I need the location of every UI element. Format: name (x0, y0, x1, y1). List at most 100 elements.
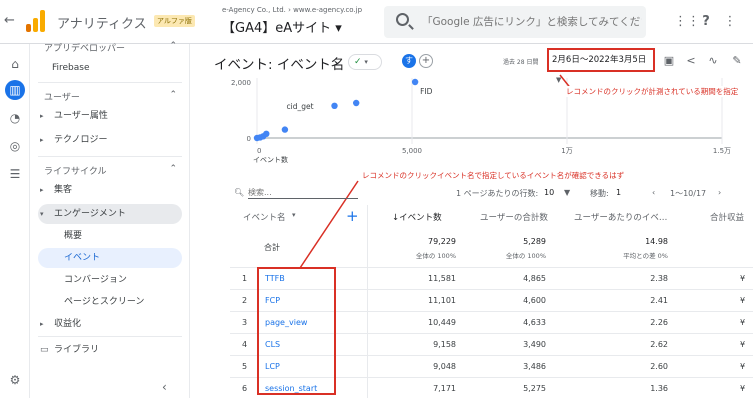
alpha-badge: アルファ版 (154, 15, 195, 27)
column-header-event-count[interactable]: ↓イベント数 (392, 211, 442, 223)
sidebar-item-acquisition[interactable]: ▸ 集客 (38, 180, 182, 200)
add-comparison-icon[interactable]: + (419, 54, 433, 68)
totals-label: 合計 (264, 243, 280, 252)
column-header-total-revenue[interactable]: 合計収益 (710, 211, 744, 223)
sidebar-item-events[interactable]: イベント (38, 248, 182, 268)
goto-page-input[interactable]: 1 (616, 188, 621, 197)
sidebar-item-firebase[interactable]: Firebase (38, 58, 182, 78)
app-title: アナリティクス (57, 17, 147, 32)
row-rank: 6 (242, 384, 248, 393)
data-point (281, 126, 289, 133)
app-developers-heading[interactable]: アプリデベロッパー (44, 41, 125, 54)
x-tick-label: 0 (257, 147, 261, 155)
analytics-app: ← アナリティクス アルファ版 e-Agency Co., Ltd. › www… (0, 0, 753, 398)
events-per-user-cell: 2.60 (650, 362, 668, 371)
goto-label: 移動: (590, 189, 609, 198)
property-selector[interactable]: 【GA4】eAサイト ▾ (222, 17, 342, 36)
row-rank: 1 (242, 274, 248, 283)
chevron-up-icon[interactable]: ⌃ (169, 164, 177, 174)
chevron-up-icon[interactable]: ⌃ (169, 41, 177, 51)
row-rank: 3 (242, 318, 248, 327)
back-arrow-icon[interactable]: ← (4, 13, 15, 28)
edit-report-icon[interactable]: ▣ (662, 54, 676, 68)
date-range-selector[interactable]: 2月6日～2022年3月5日▼ (547, 48, 655, 84)
global-search[interactable] (384, 6, 646, 38)
events-per-user-cell: 2.41 (650, 296, 668, 305)
sidebar-item-pages-screens[interactable]: ページとスクリーン (38, 292, 182, 312)
more-vert-icon[interactable]: ⋮ (722, 14, 738, 30)
revenue-cell: ¥ (740, 274, 746, 283)
total-users-cell: 5,275 (523, 384, 546, 393)
x-axis-label: イベント数 (253, 155, 288, 164)
sidebar-item-library[interactable]: ▭ ライブラリ (38, 340, 182, 360)
chevron-up-icon[interactable]: ⌃ (169, 90, 177, 100)
row-rank: 5 (242, 362, 248, 371)
share-icon[interactable]: < (684, 54, 698, 68)
avg-diff: 平均との差 0% (623, 252, 668, 260)
sidebar-item-monetization[interactable]: ▸ 収益化 (38, 314, 182, 334)
prev-page-icon[interactable]: ‹ (652, 188, 655, 197)
sort-dropdown-icon[interactable]: ▾ (292, 211, 296, 219)
sidebar-item-technology[interactable]: ▸ テクノロジー (38, 130, 182, 150)
total-users-cell: 3,486 (523, 362, 546, 371)
home-icon[interactable]: ⌂ (5, 54, 25, 74)
next-page-icon[interactable]: › (718, 188, 721, 197)
y-tick-label: 2,000 (231, 79, 251, 87)
pencil-icon[interactable]: ✎ (730, 54, 744, 68)
insights-icon[interactable]: ∿ (706, 54, 720, 68)
account-breadcrumb[interactable]: e-Agency Co., Ltd. › www.e-agency.co.jp (222, 6, 362, 14)
advertising-icon[interactable]: ◎ (5, 136, 25, 156)
lifecycle-heading[interactable]: ライフサイクル (44, 164, 107, 177)
event-count-cell: 11,581 (428, 274, 456, 283)
event-count-cell: 11,101 (428, 296, 456, 305)
report-sidebar: アプリデベロッパー ⌃ Firebase ユーザー ⌃ ▸ ユーザー属性 ▸ テ… (30, 41, 190, 398)
column-header-total-users[interactable]: ユーザーの合計数 (480, 211, 548, 223)
left-rail: ⌂ ▥ ◔ ◎ ☰ ⚙ (0, 44, 30, 398)
expand-arrow-icon: ▸ (40, 320, 44, 328)
add-dimension-icon[interactable]: + (346, 207, 359, 225)
total-event-count: 79,229 (428, 237, 456, 246)
revenue-cell: ¥ (740, 296, 746, 305)
row-rank: 4 (242, 340, 248, 349)
apps-grid-icon[interactable]: ⋮⋮ (674, 14, 700, 30)
date-callout-text: レコメンドのクリックが計測されている期間を指定 (566, 86, 739, 97)
sidebar-item-conversions[interactable]: コンバージョン (38, 270, 182, 290)
data-quality-status[interactable]: ✓ ▾ (348, 54, 382, 70)
column-header-event-name[interactable]: イベント名 (243, 211, 286, 223)
user-section-heading[interactable]: ユーザー (44, 90, 80, 103)
y-tick-label: 0 (247, 135, 251, 143)
sidebar-item-overview[interactable]: 概要 (38, 226, 182, 246)
total-users-share: 全体の 100% (505, 252, 546, 260)
configure-icon[interactable]: ☰ (5, 164, 25, 184)
revenue-cell: ¥ (740, 340, 746, 349)
sidebar-item-label: 集客 (54, 185, 73, 195)
sidebar-item-label: ライブラリ (54, 345, 100, 355)
sidebar-item-user-attributes[interactable]: ▸ ユーザー属性 (38, 106, 182, 126)
collapse-sidebar-button[interactable]: ‹ (162, 380, 167, 394)
expand-arrow-icon: ▸ (40, 112, 44, 120)
expand-arrow-icon: ▸ (40, 186, 44, 194)
avatar[interactable]: す (402, 54, 416, 68)
chevron-down-icon[interactable]: ▼ (564, 188, 570, 197)
rows-per-page-select[interactable]: 10 (544, 188, 554, 197)
events-per-user-cell: 2.62 (650, 340, 668, 349)
column-header-events-per-user[interactable]: ユーザーあたりのイベ… (574, 211, 667, 223)
sidebar-item-label: テクノロジー (54, 135, 108, 145)
reports-icon[interactable]: ▥ (5, 80, 25, 100)
expand-arrow-icon: ▸ (40, 136, 44, 144)
divider (38, 336, 182, 337)
search-input[interactable] (422, 13, 642, 31)
revenue-cell: ¥ (740, 362, 746, 371)
events-per-user-cell: 1.36 (650, 384, 668, 393)
search-icon (396, 13, 409, 26)
explore-icon[interactable]: ◔ (5, 108, 25, 128)
sidebar-item-engagement[interactable]: ▾ エンゲージメント (38, 204, 182, 224)
revenue-cell: ¥ (740, 384, 746, 393)
event-count-cell: 9,158 (433, 340, 456, 349)
help-icon[interactable]: ? (698, 14, 714, 30)
settings-icon[interactable]: ⚙ (5, 370, 25, 390)
folder-icon: ▭ (40, 345, 49, 355)
table-search-input[interactable] (248, 187, 358, 199)
collapse-arrow-icon: ▾ (40, 210, 44, 218)
top-bar: ← アナリティクス アルファ版 e-Agency Co., Ltd. › www… (0, 0, 753, 44)
